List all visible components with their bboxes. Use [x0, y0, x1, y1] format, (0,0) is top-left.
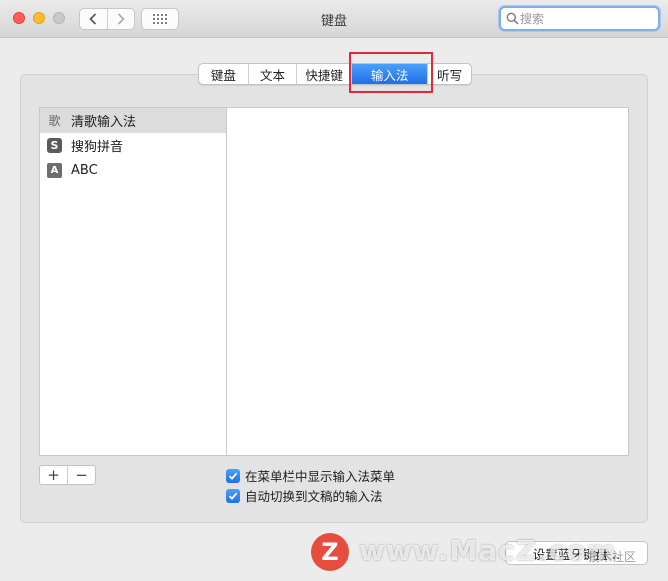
- tab-shortcuts[interactable]: 快捷键: [296, 64, 351, 84]
- abc-icon: A: [47, 163, 62, 178]
- tab-keyboard[interactable]: 键盘: [199, 64, 248, 84]
- search-icon: [506, 12, 519, 25]
- checkmark-icon: [228, 472, 238, 480]
- list-item-abc[interactable]: A ABC: [40, 158, 226, 183]
- remove-button[interactable]: −: [67, 466, 95, 484]
- input-source-detail: [226, 107, 629, 456]
- list-controls: + −: [39, 465, 96, 485]
- show-in-menu-bar-label: 在菜单栏中显示输入法菜单: [245, 469, 396, 484]
- tab-bar: 键盘 文本 快捷键 输入法 听写: [198, 63, 472, 85]
- list-item-qingge[interactable]: 歌 清歌输入法: [40, 108, 226, 133]
- watermark-text: www.MacZ.com: [359, 534, 617, 567]
- title-bar: 键盘: [0, 0, 668, 38]
- list-item-label: ABC: [71, 163, 98, 178]
- auto-switch-label: 自动切换到文稿的输入法: [245, 489, 383, 504]
- show-in-menu-bar-checkbox[interactable]: [226, 468, 240, 483]
- search-field[interactable]: [499, 6, 660, 31]
- tab-dictation[interactable]: 听写: [427, 64, 471, 84]
- sogou-icon: S: [47, 138, 62, 153]
- checkmark-icon: [228, 492, 238, 500]
- add-button[interactable]: +: [40, 466, 67, 484]
- search-input[interactable]: [520, 10, 652, 27]
- tab-input-sources[interactable]: 输入法: [350, 64, 428, 84]
- list-item-sogou[interactable]: S 搜狗拼音: [40, 133, 226, 158]
- watermark-logo: Z: [311, 533, 349, 571]
- qingge-icon: 歌: [48, 114, 61, 128]
- show-in-menu-bar-option[interactable]: 在菜单栏中显示输入法菜单: [226, 466, 395, 485]
- list-item-label: 搜狗拼音: [71, 140, 124, 155]
- preferences-window: 键盘 键盘 文本 快捷键 输入法 听写 歌 清歌输入法 S 搜狗拼音 A ABC: [0, 0, 668, 581]
- tab-text[interactable]: 文本: [247, 64, 297, 84]
- list-item-label: 清歌输入法: [71, 115, 137, 130]
- auto-switch-option[interactable]: 自动切换到文稿的输入法: [226, 486, 383, 505]
- auto-switch-checkbox[interactable]: [226, 488, 240, 503]
- watermark-subtext: 技术社区: [588, 550, 637, 564]
- input-source-list[interactable]: 歌 清歌输入法 S 搜狗拼音 A ABC: [39, 107, 227, 456]
